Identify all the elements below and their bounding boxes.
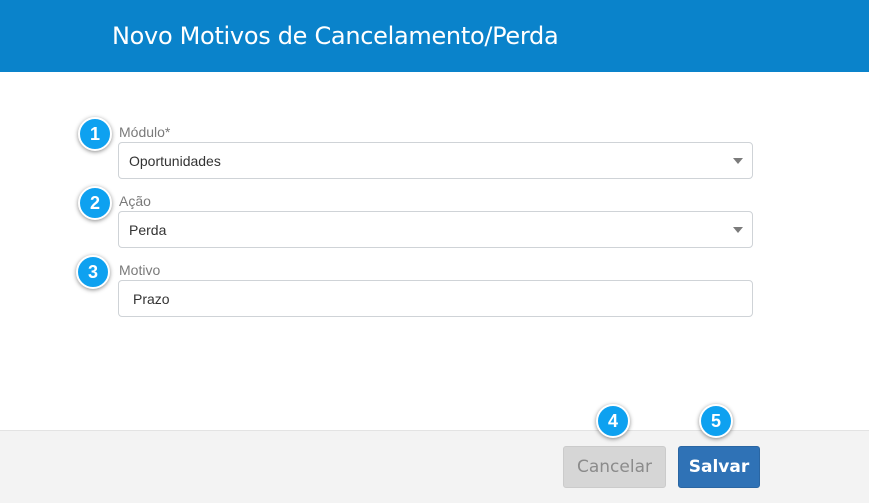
- callout-badge-5: 5: [699, 404, 733, 438]
- modal-header: Novo Motivos de Cancelamento/Perda: [0, 0, 869, 72]
- save-button[interactable]: Salvar: [678, 446, 760, 488]
- callout-badge-3: 3: [76, 255, 110, 289]
- modulo-select[interactable]: Oportunidades: [118, 142, 753, 179]
- motivo-input[interactable]: Prazo: [118, 280, 753, 317]
- acao-value: Perda: [129, 222, 167, 238]
- cancel-reason-modal: Novo Motivos de Cancelamento/Perda Módul…: [0, 0, 869, 503]
- callout-badge-4: 4: [596, 404, 630, 438]
- modulo-label: Módulo*: [119, 124, 171, 140]
- motivo-value: Prazo: [133, 291, 170, 307]
- acao-select[interactable]: Perda: [118, 211, 753, 248]
- modulo-value: Oportunidades: [129, 153, 221, 169]
- acao-label: Ação: [119, 193, 151, 209]
- modal-title: Novo Motivos de Cancelamento/Perda: [112, 22, 559, 50]
- callout-badge-2: 2: [78, 186, 112, 220]
- cancel-button[interactable]: Cancelar: [563, 446, 666, 488]
- caret-down-icon: [733, 158, 743, 164]
- callout-badge-1: 1: [78, 117, 112, 151]
- motivo-label: Motivo: [119, 262, 161, 278]
- caret-down-icon: [733, 227, 743, 233]
